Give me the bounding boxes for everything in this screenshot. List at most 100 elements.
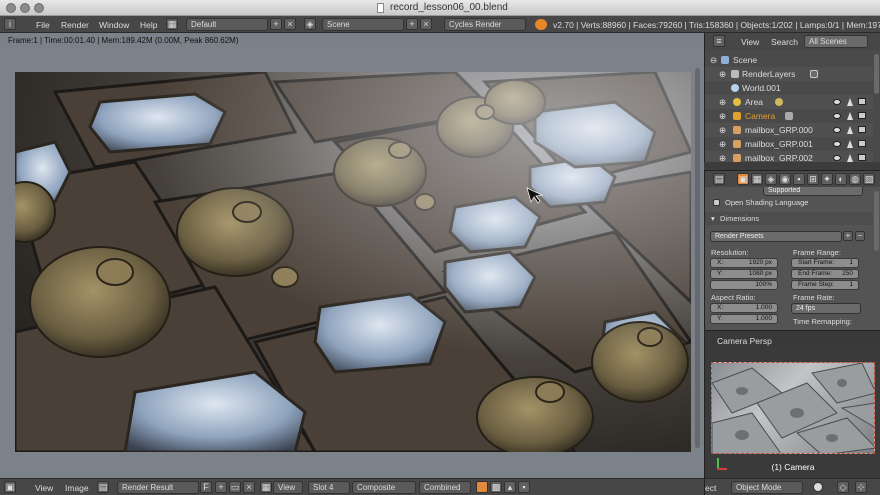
slot-dropdown[interactable]: Slot 4 [308, 481, 350, 494]
scene-selector[interactable]: Scene [322, 18, 404, 31]
selectable-arrow-icon[interactable] [847, 140, 853, 148]
collapse-triangle-icon[interactable]: ▾ [711, 214, 715, 223]
3d-viewport-camera[interactable]: (1) Camera [704, 348, 880, 478]
scene-icon[interactable]: ◈ [304, 18, 316, 30]
outliner-editor-type-icon[interactable]: ≡ [713, 35, 725, 47]
data-tab-icon[interactable]: ◐ [835, 173, 847, 185]
selectable-arrow-icon[interactable] [847, 98, 853, 106]
start-frame-field[interactable]: Start Frame: 1 [791, 258, 859, 268]
texture-tab-icon[interactable]: ▧ [863, 173, 875, 185]
menu-render[interactable]: Render [61, 20, 89, 30]
resolution-x-field[interactable]: X: 1920 px [710, 258, 778, 268]
outliner-tab-view[interactable]: View [741, 37, 759, 47]
visibility-eye-icon[interactable] [833, 141, 841, 147]
layout-selector[interactable]: Default [186, 18, 268, 31]
manipulator-icon[interactable]: ⊹ [855, 481, 867, 493]
visibility-eye-icon[interactable] [833, 113, 841, 119]
expand-icon[interactable]: ⊕ [719, 67, 726, 81]
selectable-arrow-icon[interactable] [847, 112, 853, 120]
view-mode-icon[interactable]: ▦ [260, 481, 272, 493]
close-window-button[interactable] [6, 3, 16, 13]
menu-help[interactable]: Help [140, 20, 157, 30]
fake-user-button[interactable]: F [200, 481, 212, 493]
open-image-icon[interactable]: ▭ [229, 481, 241, 493]
osl-checkbox[interactable] [713, 199, 720, 206]
view-dropdown[interactable]: View [273, 481, 303, 494]
renderable-camera-icon[interactable] [858, 112, 866, 119]
feature-set-dropdown[interactable]: Supported [763, 187, 863, 196]
alpha-checker-icon[interactable]: ▩ [490, 481, 502, 493]
outliner-row-world[interactable]: World.001 [705, 81, 873, 95]
pin-image-icon[interactable]: ▴ [504, 481, 516, 493]
menu-file[interactable]: File [36, 20, 50, 30]
outliner-row-area[interactable]: ⊕ Area [705, 95, 873, 109]
info-editor-type-icon[interactable]: i [4, 18, 16, 30]
expand-icon[interactable]: ⊕ [719, 95, 726, 109]
outliner-tab-search[interactable]: Search [771, 37, 798, 47]
render-layer-dropdown[interactable]: Composite [352, 481, 416, 494]
selectable-arrow-icon[interactable] [847, 126, 853, 134]
remove-scene-button[interactable]: × [420, 18, 432, 30]
expand-icon[interactable]: ⊕ [719, 123, 726, 137]
new-image-button[interactable]: + [215, 481, 227, 493]
outliner-row-camera[interactable]: ⊕ Camera [705, 109, 873, 123]
outliner-row-mailbox-002[interactable]: ⊕ mailbox_GRP.002 [705, 151, 873, 162]
outliner-scrollbar[interactable] [874, 54, 879, 94]
visibility-eye-icon[interactable] [833, 127, 841, 133]
frame-rate-dropdown[interactable]: 24 fps [791, 303, 861, 314]
image-editor-type-icon[interactable]: ▣ [4, 481, 16, 493]
draw-channels-icon[interactable] [476, 481, 488, 493]
aspect-y-field[interactable]: Y: 1.000 [710, 314, 778, 324]
renderable-camera-icon[interactable] [858, 154, 866, 161]
scene-tab-icon[interactable]: ◈ [765, 173, 777, 185]
add-preset-button[interactable]: + [843, 231, 853, 241]
expand-icon[interactable]: ⊕ [719, 109, 726, 123]
zoom-window-button[interactable] [34, 3, 44, 13]
resolution-y-field[interactable]: Y: 1080 px [710, 269, 778, 279]
frame-step-field[interactable]: Frame Step: 1 [791, 280, 859, 290]
renderable-camera-icon[interactable] [858, 140, 866, 147]
remove-preset-button[interactable]: − [855, 231, 865, 241]
renderable-camera-icon[interactable] [858, 98, 866, 105]
aspect-x-field[interactable]: X: 1.000 [710, 303, 778, 313]
render-engine-dropdown[interactable]: Cycles Render [444, 18, 526, 31]
selectable-arrow-icon[interactable] [847, 154, 853, 162]
render-pass-dropdown[interactable]: Combined [419, 481, 471, 494]
image-browse-icon[interactable]: ▤ [97, 481, 109, 493]
outliner-row-scene[interactable]: ⊖ Scene [705, 53, 873, 67]
image-editor-canvas[interactable] [0, 48, 704, 478]
dimensions-panel-header[interactable]: ▾ Dimensions [705, 212, 873, 225]
screen-layout-icon[interactable]: ▦ [166, 18, 178, 30]
outliner-display-mode[interactable]: All Scenes [804, 35, 868, 48]
expand-icon[interactable]: ⊖ [710, 53, 717, 67]
modifiers-tab-icon[interactable]: ✦ [821, 173, 833, 185]
properties-scrollbar[interactable] [874, 191, 879, 251]
expand-icon[interactable]: ⊕ [719, 137, 726, 151]
world-tab-icon[interactable]: ◉ [779, 173, 791, 185]
pivot-point-icon[interactable]: ◇ [837, 481, 849, 493]
outliner-row-mailbox-000[interactable]: ⊕ mailbox_GRP.000 [705, 123, 873, 137]
image-name-field[interactable]: Render Result [117, 481, 199, 494]
expand-icon[interactable]: ⊕ [719, 151, 726, 162]
render-tab-icon[interactable]: ▣ [737, 173, 749, 185]
material-tab-icon[interactable]: ◍ [849, 173, 861, 185]
end-frame-field[interactable]: End Frame: 250 [791, 269, 859, 279]
object-mode-dropdown[interactable]: Object Mode [731, 481, 803, 494]
outliner-row-mailbox-001[interactable]: ⊕ mailbox_GRP.001 [705, 137, 873, 151]
viewport-scrollbar[interactable] [695, 68, 700, 448]
properties-editor-type-icon[interactable]: ▤ [713, 173, 725, 185]
object-tab-icon[interactable]: ▪ [793, 173, 805, 185]
menu-view[interactable]: View [35, 483, 53, 493]
render-layer-toggle-icon[interactable] [810, 70, 818, 78]
add-scene-button[interactable]: + [406, 18, 418, 30]
menu-object-partial[interactable]: ect [705, 483, 716, 493]
render-layers-tab-icon[interactable]: ▦ [751, 173, 763, 185]
resolution-percentage-field[interactable]: 100% [710, 280, 778, 290]
outliner-row-renderlayers[interactable]: ⊕ RenderLayers [705, 67, 873, 81]
render-presets-dropdown[interactable]: Render Presets [710, 231, 842, 242]
menu-image[interactable]: Image [65, 483, 89, 493]
remove-layout-button[interactable]: × [284, 18, 296, 30]
visibility-eye-icon[interactable] [833, 155, 841, 161]
constraints-tab-icon[interactable]: ⊞ [807, 173, 819, 185]
unlink-image-button[interactable]: × [243, 481, 255, 493]
